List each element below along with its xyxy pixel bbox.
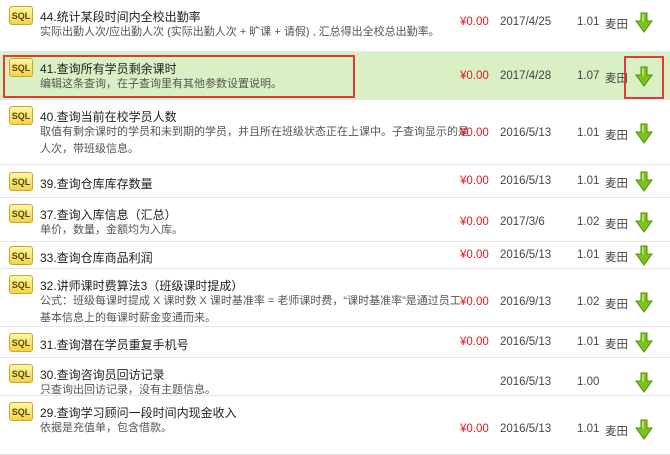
download-arrow-icon[interactable] [634, 12, 654, 34]
item-title[interactable]: 31.查询潜在学员重复手机号 [40, 336, 189, 353]
item-description: 依据是充值单，包含借款。 [40, 422, 172, 434]
list-item[interactable]: SQL 39.查询仓库库存数量 ¥0.00 2016/5/13 1.01 麦田 [0, 165, 670, 198]
item-title[interactable]: 39.查询仓库库存数量 [40, 175, 153, 192]
item-version: 1.02 [577, 216, 600, 228]
item-date: 2017/4/25 [500, 16, 552, 28]
item-title[interactable]: 37.查询入库信息（汇总） [40, 206, 177, 223]
sql-badge-icon: SQL [9, 246, 33, 265]
sql-badge-icon: SQL [9, 364, 33, 383]
item-price: ¥0.00 [460, 70, 489, 82]
item-version: 1.01 [577, 336, 600, 348]
list-item[interactable]: SQL 31.查询潜在学员重复手机号 ¥0.00 2016/5/13 1.01 麦田 [0, 327, 670, 358]
download-arrow-icon[interactable] [634, 66, 654, 88]
list-item[interactable]: SQL 40.查询当前在校学员人数 取值有剩余课时的学员和未到期的学员，并且所在班级… [0, 100, 670, 165]
sql-badge-icon: SQL [9, 333, 33, 352]
item-author: 麦田 [605, 252, 628, 264]
item-author: 麦田 [605, 299, 628, 311]
item-author: 麦田 [605, 219, 628, 231]
sql-badge-icon: SQL [9, 204, 33, 223]
item-date: 2016/5/13 [500, 336, 552, 348]
item-date: 2016/5/13 [500, 423, 552, 435]
item-author: 麦田 [605, 130, 628, 142]
item-title[interactable]: 33.查询仓库商品利润 [40, 249, 153, 266]
list-item[interactable]: SQL 37.查询入库信息（汇总） 单价，数量，金额均为入库。 ¥0.00 2017/3… [0, 198, 670, 242]
item-date: 2016/5/13 [500, 376, 552, 388]
sql-query-list: SQL 44.统计某段时间内全校出勤率 实际出勤人次/应出勤人次 (实际出勤人次 +… [0, 0, 670, 455]
item-price: ¥0.00 [460, 16, 489, 28]
list-item[interactable]: SQL 41.查询所有学员剩余课时 编辑这条查询，在子查询里有其他参数设置说明。 ¥0… [0, 52, 670, 100]
item-date: 2017/3/6 [500, 216, 545, 228]
item-version: 1.07 [577, 70, 600, 82]
item-date: 2016/5/13 [500, 249, 552, 261]
item-author: 麦田 [605, 178, 628, 190]
item-description: 单价，数量，金额均为入库。 [40, 224, 183, 236]
item-author: 麦田 [605, 19, 628, 31]
sql-badge-icon: SQL [9, 402, 33, 421]
download-arrow-icon[interactable] [634, 245, 654, 267]
item-version: 1.02 [577, 296, 600, 308]
item-price: ¥0.00 [460, 249, 489, 261]
download-arrow-icon[interactable] [634, 123, 654, 145]
list-item[interactable]: SQL 33.查询仓库商品利润 ¥0.00 2016/5/13 1.01 麦田 [0, 242, 670, 269]
item-title[interactable]: 32.讲师课时费算法3（班级课时提成） [40, 277, 243, 294]
download-arrow-icon[interactable] [634, 171, 654, 193]
item-date: 2017/4/28 [500, 70, 552, 82]
sql-badge-icon: SQL [9, 106, 33, 125]
sql-badge-icon: SQL [9, 6, 33, 25]
download-arrow-icon[interactable] [634, 292, 654, 314]
item-version: 1.01 [577, 423, 600, 435]
item-description: 取值有剩余课时的学员和未到期的学员，并且所在班级状态正在上课中。子查询显示的是人… [40, 126, 469, 155]
download-arrow-icon[interactable] [634, 419, 654, 441]
item-author: 麦田 [605, 426, 628, 438]
download-arrow-icon[interactable] [634, 332, 654, 354]
item-description: 实际出勤人次/应出勤人次 (实际出勤人次 + 旷课 + 请假) , 汇总得出全校… [40, 26, 440, 38]
item-price: ¥0.00 [460, 175, 489, 187]
item-description: 编辑这条查询，在子查询里有其他参数设置说明。 [40, 78, 282, 90]
item-title[interactable]: 44.统计某段时间内全校出勤率 [40, 8, 201, 25]
item-version: 1.00 [577, 376, 600, 388]
item-description: 公式：班级每课时提成 X 课时数 X 课时基准率 = 老师课时费，“课时基准率”… [40, 295, 461, 324]
item-price: ¥0.00 [460, 296, 489, 308]
item-price: ¥0.00 [460, 127, 489, 139]
list-item[interactable]: SQL 44.统计某段时间内全校出勤率 实际出勤人次/应出勤人次 (实际出勤人次 +… [0, 0, 670, 52]
download-arrow-icon[interactable] [634, 372, 654, 394]
item-date: 2016/9/13 [500, 296, 552, 308]
item-title[interactable]: 30.查询咨询员回访记录 [40, 366, 165, 383]
item-price: ¥0.00 [460, 216, 489, 228]
item-price: ¥0.00 [460, 423, 489, 435]
item-author: 麦田 [605, 73, 628, 85]
list-item[interactable]: SQL 32.讲师课时费算法3（班级课时提成） 公式：班级每课时提成 X 课时数 X… [0, 269, 670, 327]
item-date: 2016/5/13 [500, 175, 552, 187]
item-title[interactable]: 40.查询当前在校学员人数 [40, 108, 177, 125]
item-version: 1.01 [577, 127, 600, 139]
download-arrow-icon[interactable] [634, 212, 654, 234]
list-item[interactable]: SQL 30.查询咨询员回访记录 只查询出回访记录，没有主题信息。 2016/5/13… [0, 358, 670, 396]
item-title[interactable]: 41.查询所有学员剩余课时 [40, 60, 177, 77]
sql-badge-icon: SQL [9, 275, 33, 294]
item-date: 2016/5/13 [500, 127, 552, 139]
item-version: 1.01 [577, 175, 600, 187]
item-author: 麦田 [605, 339, 628, 351]
sql-badge-icon: SQL [9, 58, 33, 77]
sql-badge-icon: SQL [9, 172, 33, 191]
item-version: 1.01 [577, 16, 600, 28]
list-item[interactable]: SQL 29.查询学习顾问一段时间内现金收入 依据是充值单，包含借款。 ¥0.00 20… [0, 396, 670, 455]
item-version: 1.01 [577, 249, 600, 261]
item-price: ¥0.00 [460, 336, 489, 348]
item-title[interactable]: 29.查询学习顾问一段时间内现金收入 [40, 404, 237, 421]
